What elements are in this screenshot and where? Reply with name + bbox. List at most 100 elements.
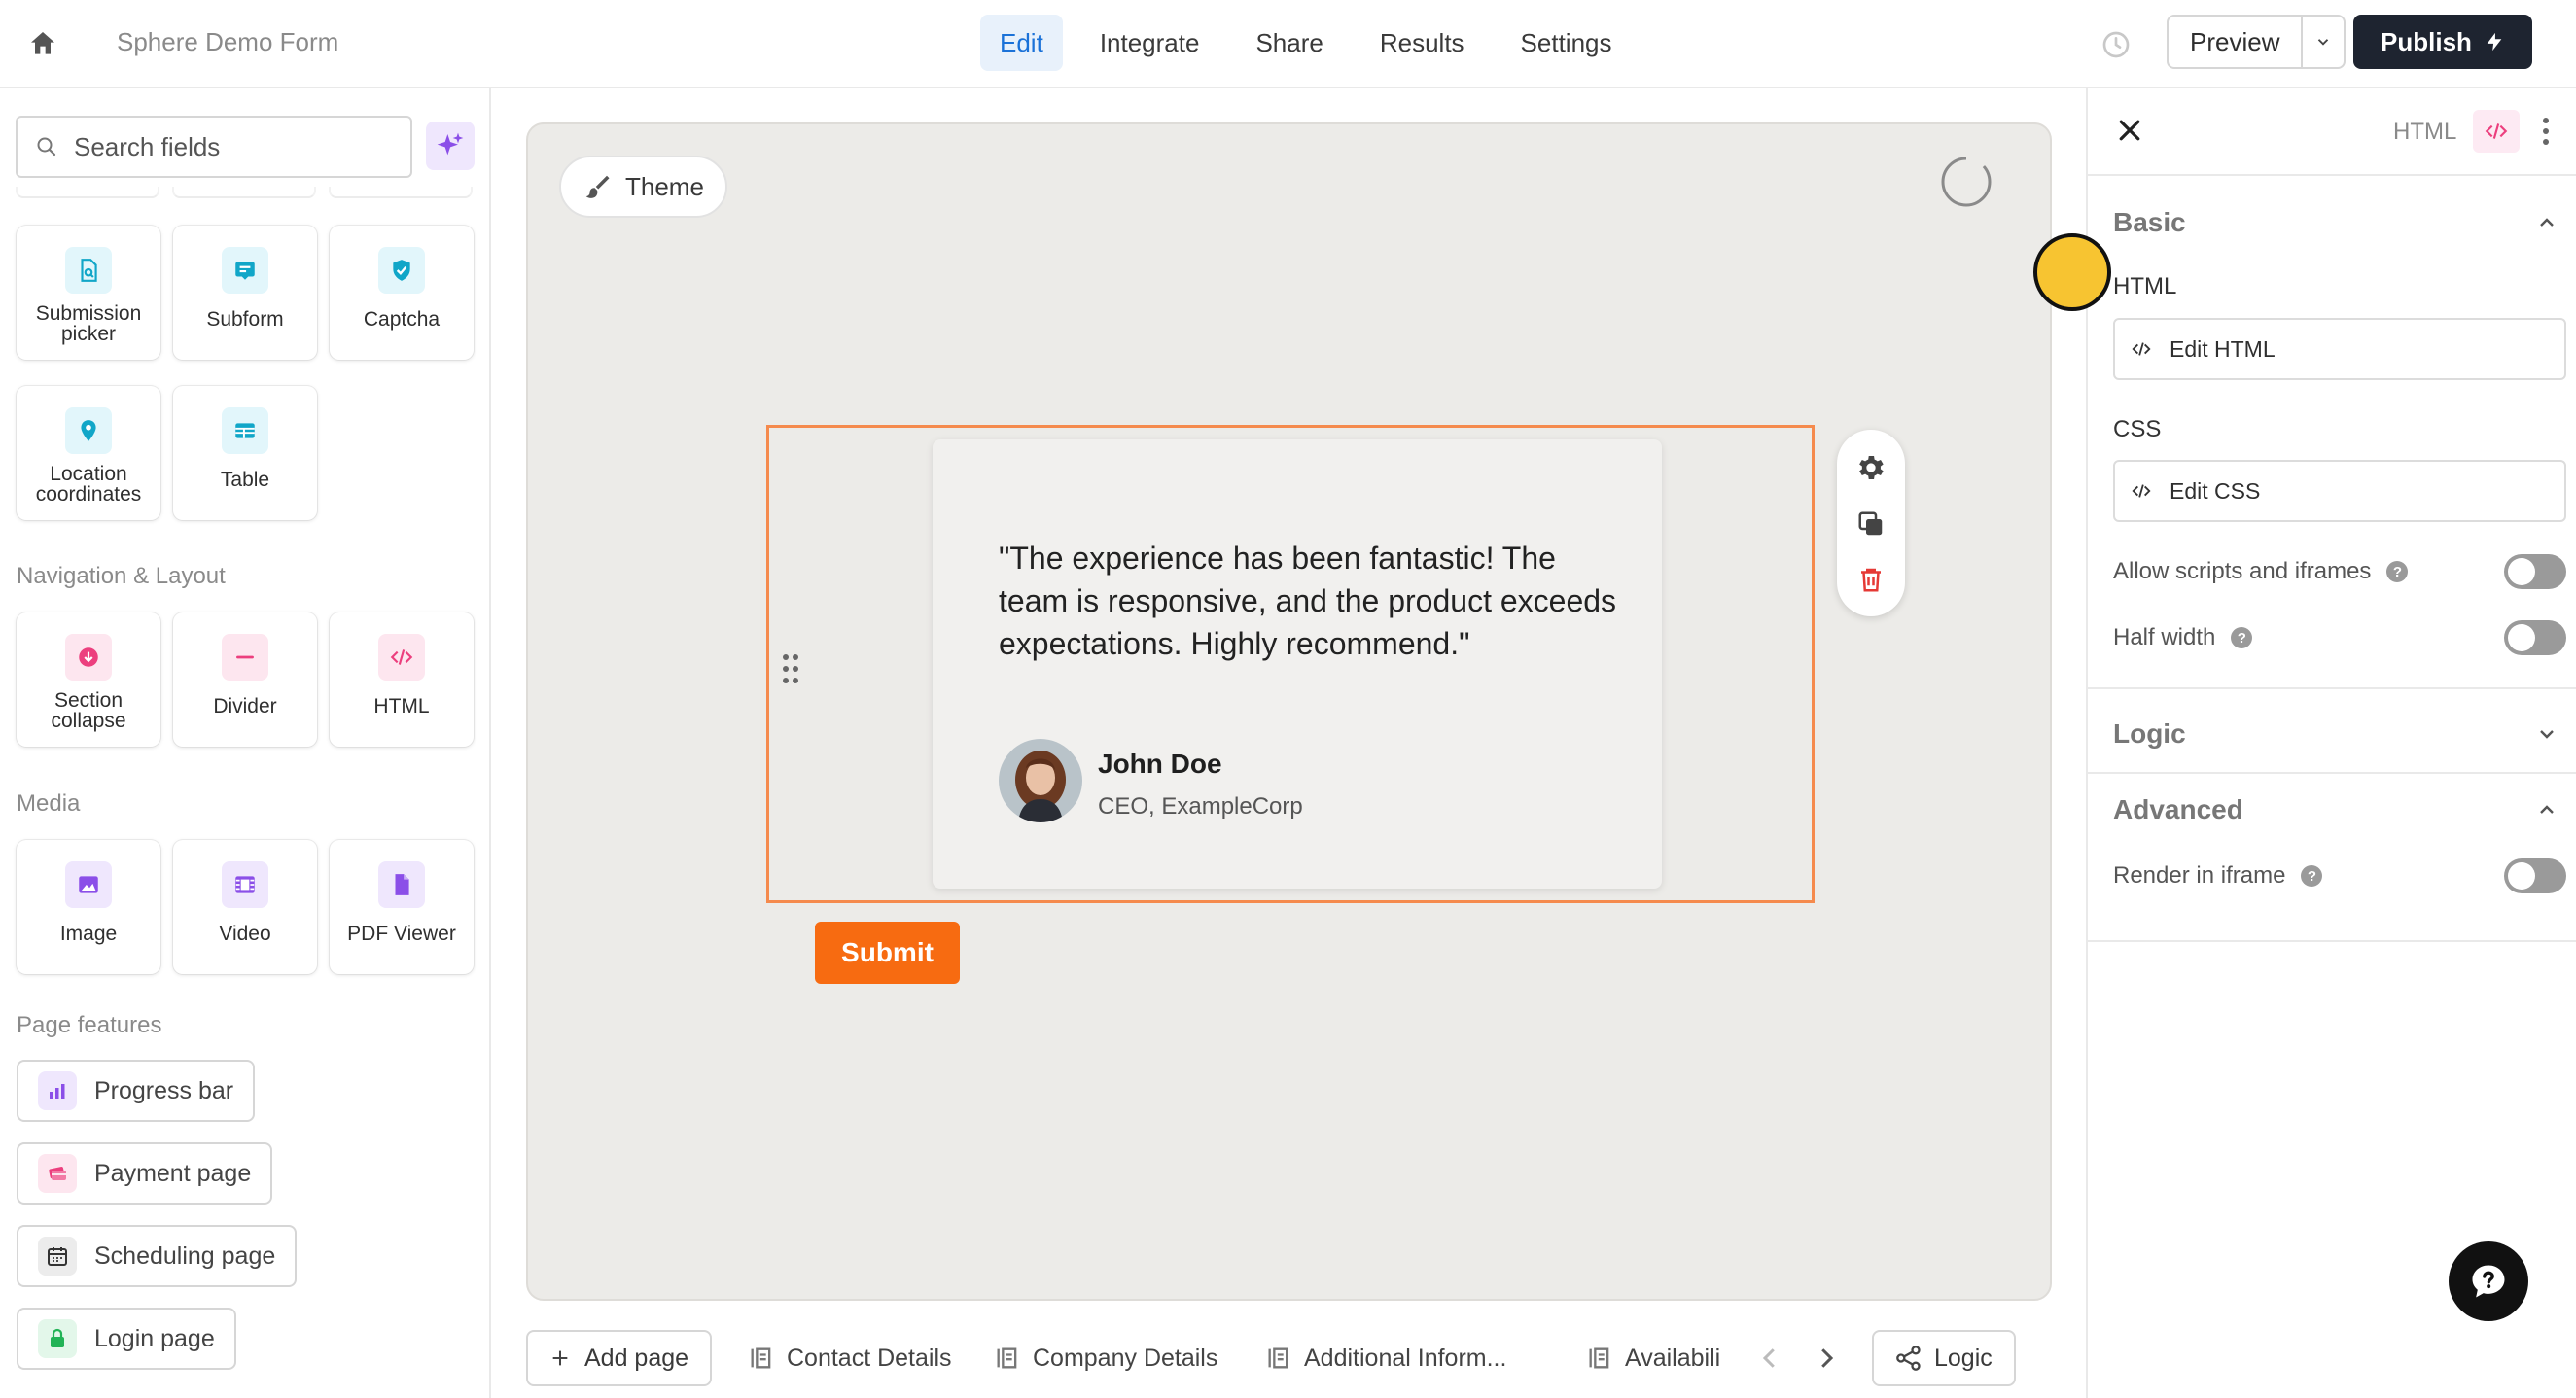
tab-edit[interactable]: Edit [980, 15, 1063, 71]
panel-divider [2088, 772, 2576, 774]
gear-icon[interactable] [1855, 452, 1887, 483]
panel-divider [2088, 174, 2576, 176]
page-tab-contact-details[interactable]: Contact Details [748, 1330, 952, 1386]
render-iframe-toggle[interactable] [2504, 858, 2566, 893]
page-tab-label: Additional Inform... [1304, 1344, 1507, 1372]
field-tile-submission-picker[interactable]: Submission picker [17, 226, 160, 360]
page-tab-availability[interactable]: Availabili [1586, 1330, 1720, 1386]
feature-label: Scheduling page [94, 1241, 276, 1270]
chevron-left-icon[interactable] [1755, 1344, 1784, 1373]
home-icon[interactable] [27, 28, 58, 59]
search-box [16, 116, 412, 178]
help-chat-button[interactable] [2449, 1241, 2528, 1321]
help-icon[interactable]: ? [2386, 561, 2409, 582]
fields-sidebar: Submission picker Subform Captcha Locati… [0, 88, 491, 1398]
table-icon [222, 407, 268, 454]
close-icon[interactable] [2115, 116, 2144, 145]
chevron-up-icon[interactable] [2535, 211, 2558, 234]
testimonial-author-name: John Doe [1098, 749, 1222, 779]
half-width-toggle[interactable] [2504, 620, 2566, 655]
field-tile-location-coordinates[interactable]: Location coordinates [17, 386, 160, 520]
section-basic-header[interactable]: Basic [2113, 207, 2186, 238]
form-canvas[interactable]: Theme "The experience has been fantastic… [526, 122, 2052, 1301]
theme-button[interactable]: Theme [559, 156, 727, 218]
field-tile-label: Image [59, 923, 118, 945]
feature-label: Progress bar [94, 1076, 234, 1104]
feature-payment-page[interactable]: Payment page [17, 1142, 273, 1205]
loading-spinner-icon [1941, 156, 1992, 207]
feature-progress-bar[interactable]: Progress bar [17, 1060, 256, 1122]
trash-icon[interactable] [1856, 565, 1886, 594]
chevron-up-icon[interactable] [2535, 798, 2558, 821]
testimonial-quote: "The experience has been fantastic! The … [999, 541, 1617, 661]
tab-results[interactable]: Results [1360, 15, 1484, 71]
field-tile-label: Location coordinates [35, 463, 142, 506]
edit-html-label: Edit HTML [2170, 335, 2276, 362]
editor-area: Theme "The experience has been fantastic… [491, 88, 2086, 1398]
help-icon[interactable]: ? [2301, 865, 2323, 887]
more-options-icon[interactable] [2541, 116, 2551, 147]
tab-integrate[interactable]: Integrate [1080, 15, 1219, 71]
bar-chart-icon [38, 1071, 77, 1110]
edit-css-button[interactable]: Edit CSS [2113, 460, 2566, 522]
field-tile-table[interactable]: Table [173, 386, 317, 520]
feature-scheduling-page[interactable]: Scheduling page [17, 1225, 298, 1287]
code-icon [2132, 342, 2151, 356]
submit-button[interactable]: Submit [815, 922, 960, 984]
publish-button[interactable]: Publish [2353, 15, 2532, 69]
field-tile-section-collapse[interactable]: Section collapse [17, 612, 160, 747]
chevron-right-icon[interactable] [1812, 1344, 1841, 1373]
section-advanced-header[interactable]: Advanced [2113, 794, 2243, 825]
sparkle-icon [437, 132, 464, 156]
testimonial-card: "The experience has been fantastic! The … [933, 439, 1662, 889]
divider-icon [222, 634, 268, 681]
page-tab-company-details[interactable]: Company Details [994, 1330, 1217, 1386]
field-tile-html[interactable]: HTML [330, 612, 474, 747]
add-page-label: Add page [584, 1344, 689, 1372]
history-icon[interactable] [2100, 29, 2132, 60]
preview-dropdown-button[interactable] [2303, 17, 2344, 67]
field-tile-captcha[interactable]: Captcha [330, 226, 474, 360]
search-input[interactable] [74, 131, 385, 162]
credit-card-icon [38, 1154, 77, 1193]
chevron-down-icon [2318, 39, 2329, 46]
edit-html-button[interactable]: Edit HTML [2113, 318, 2566, 380]
panel-divider [2088, 940, 2576, 942]
selected-html-block[interactable]: "The experience has been fantastic! The … [766, 425, 1815, 903]
main-tabs: Edit Integrate Share Results Settings [980, 15, 1632, 71]
field-tile-label: Captcha [363, 308, 441, 331]
allow-scripts-toggle[interactable] [2504, 554, 2566, 589]
shield-check-icon [378, 247, 425, 294]
page-tab-additional-information[interactable]: Additional Inform... [1265, 1330, 1506, 1386]
logic-label: Logic [1934, 1344, 1993, 1372]
feature-login-page[interactable]: Login page [17, 1308, 236, 1370]
chevron-down-icon[interactable] [2535, 722, 2558, 746]
panel-divider [2088, 687, 2576, 689]
field-tile-image[interactable]: Image [17, 840, 160, 974]
field-tile-label: PDF Viewer [347, 923, 456, 945]
section-label-page-features: Page features [17, 1012, 162, 1038]
logic-button[interactable]: Logic [1872, 1330, 2016, 1386]
form-title[interactable]: Sphere Demo Form [117, 27, 338, 57]
allow-scripts-row: Allow scripts and iframes ? [2113, 554, 2566, 589]
tab-settings[interactable]: Settings [1501, 15, 1632, 71]
duplicate-icon[interactable] [1856, 509, 1886, 539]
lock-icon [38, 1319, 77, 1358]
preview-button[interactable]: Preview [2169, 17, 2304, 67]
element-type-label: HTML [2393, 119, 2457, 145]
drag-handle-icon[interactable] [779, 651, 802, 686]
ai-assistant-button[interactable] [426, 122, 475, 170]
field-tile-divider[interactable]: Divider [173, 612, 317, 747]
feature-label: Login page [94, 1324, 215, 1352]
field-tile-subform[interactable]: Subform [173, 226, 317, 360]
section-logic-header[interactable]: Logic [2113, 718, 2186, 750]
tab-share[interactable]: Share [1236, 15, 1342, 71]
field-tile-label: Table [220, 469, 270, 491]
field-tile-pdf-viewer[interactable]: PDF Viewer [330, 840, 474, 974]
field-tile-label: Divider [213, 695, 277, 717]
add-page-button[interactable]: Add page [526, 1330, 713, 1386]
block-toolbar [1837, 430, 1905, 616]
page-tab-label: Contact Details [787, 1344, 952, 1372]
help-icon[interactable]: ? [2231, 627, 2253, 648]
field-tile-video[interactable]: Video [173, 840, 317, 974]
